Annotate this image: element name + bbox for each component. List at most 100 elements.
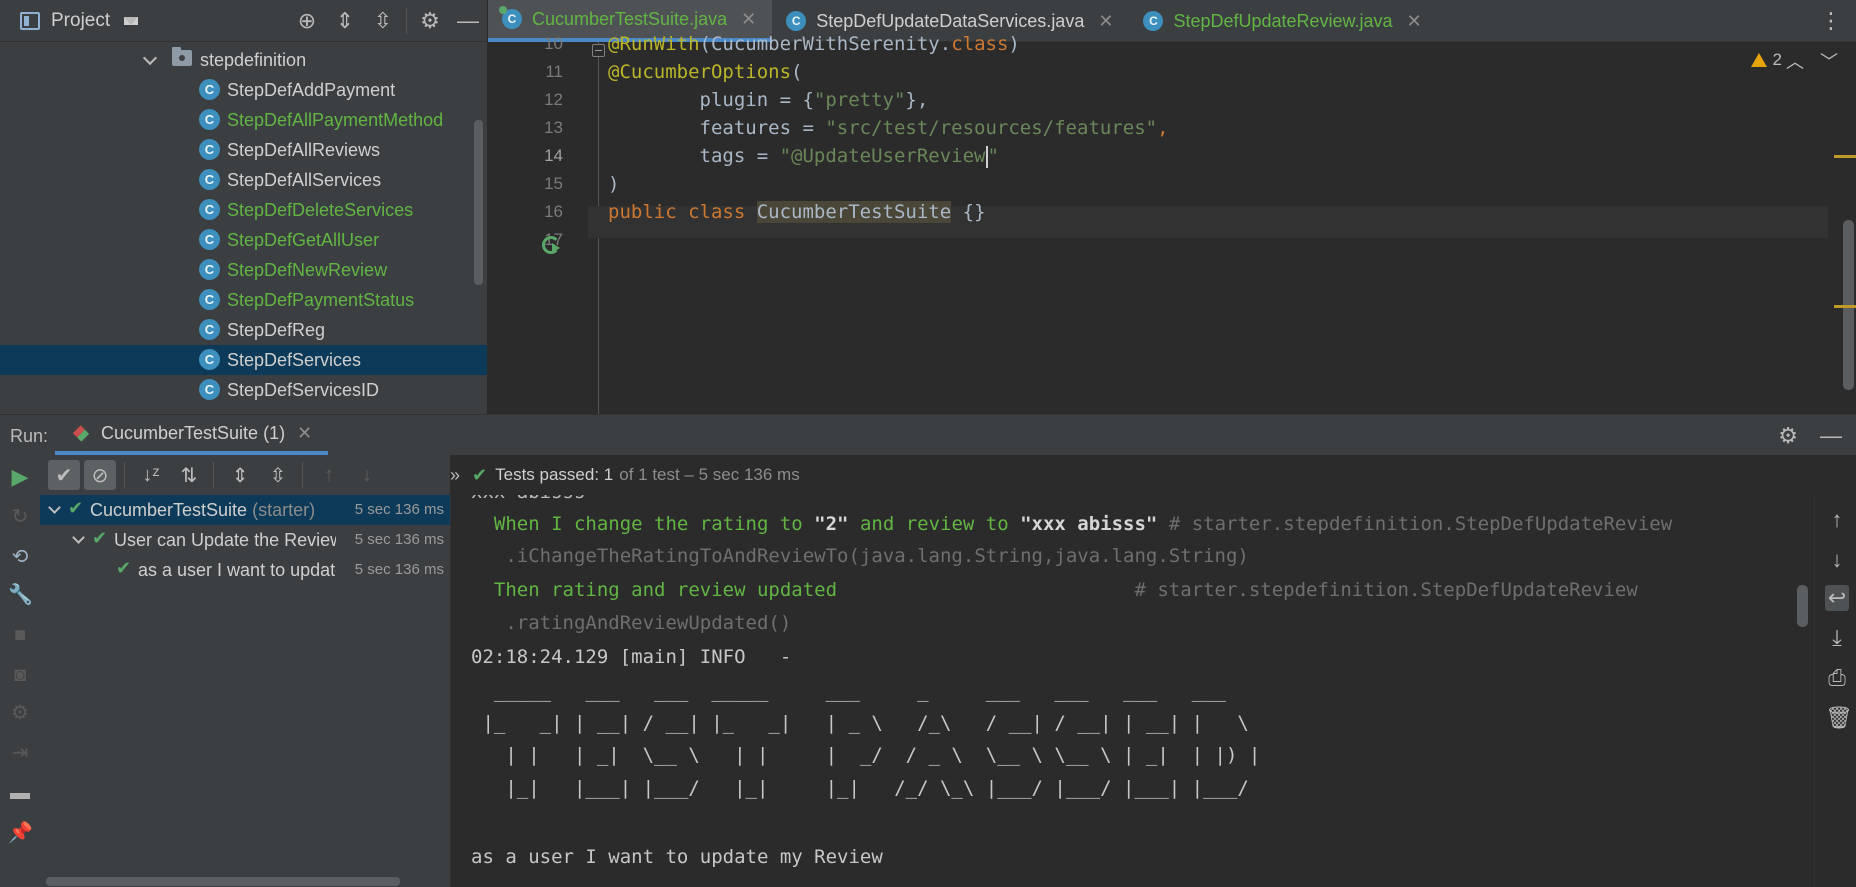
tree-item-label: StepDefNewReview	[227, 260, 388, 280]
soft-wrap-icon[interactable]: ↩	[1825, 585, 1849, 611]
run-side-toolbar: ▶ ↻ ⟲ 🔧 ■ ◙ ⚙ ⇥ ▬ 📌	[0, 455, 40, 887]
scroll-to-end-icon[interactable]: ⤓	[1825, 625, 1849, 651]
test-duration: 5 sec 136 ms	[350, 501, 444, 518]
tree-item-class[interactable]: C StepDefAddPayment	[0, 75, 487, 105]
toggle-auto-test-icon[interactable]: ⟲	[8, 545, 32, 569]
gear-icon[interactable]: ⚙	[411, 0, 449, 42]
trash-icon[interactable]: 🗑	[1825, 705, 1853, 731]
tree-item-class[interactable]: C StepDefAllReviews	[0, 135, 487, 165]
tab-stepdef-update-review[interactable]: C StepDefUpdateReview.java ✕	[1129, 0, 1437, 42]
test-row-suite[interactable]: ✔ CucumberTestSuite (starter) 5 sec 136 …	[40, 495, 450, 525]
project-panel: Project ⊕ ⇕ ⇳ ⚙ — stepdefinition C StepDe…	[0, 0, 487, 414]
tree-item-class[interactable]: C StepDefAllPaymentMethod	[0, 105, 487, 135]
chevron-down-icon[interactable]: ﹀	[1820, 48, 1838, 74]
chevron-down-icon[interactable]	[142, 50, 158, 66]
print-icon[interactable]: ⎙	[1825, 665, 1849, 691]
test-duration: 5 sec 136 ms	[350, 561, 444, 578]
test-label: CucumberTestSuite (starter)	[90, 500, 316, 520]
test-label: as a user I want to update my Review	[138, 560, 336, 580]
next-test-icon[interactable]: ↓	[351, 460, 383, 490]
chevron-right-icon[interactable]: »	[450, 465, 460, 486]
rerun-icon[interactable]: ▶	[8, 465, 32, 489]
rerun-failed-icon[interactable]: ↻	[8, 505, 32, 529]
close-icon[interactable]: ✕	[297, 423, 312, 444]
show-ignored-icon[interactable]: ⊘	[84, 460, 116, 490]
show-passed-icon[interactable]: ✔	[48, 460, 80, 490]
tree-item-class[interactable]: C StepDefGetAllUser	[0, 225, 487, 255]
console-line-info: 02:18:24.129 [main] INFO -	[471, 646, 792, 668]
toolbar-separator	[302, 462, 303, 488]
project-tree: stepdefinition C StepDefAddPayment C StepDe…	[0, 45, 487, 405]
tree-item-class[interactable]: C StepDefServices	[0, 345, 487, 375]
login-icon[interactable]: ⇥	[8, 741, 32, 765]
project-view-dropdown-icon[interactable]	[124, 16, 139, 25]
close-icon[interactable]: ✕	[1098, 11, 1113, 32]
close-icon[interactable]: ✕	[741, 9, 756, 30]
expand-all-icon[interactable]: ⇕	[224, 460, 256, 490]
more-tabs-icon[interactable]: ⋮	[1820, 8, 1842, 34]
run-tab-cucumber-test-suite[interactable]: CucumberTestSuite (1) ✕	[55, 415, 329, 455]
tree-item-label: StepDefServices	[227, 350, 362, 370]
console-banner-line: | | | _| \__ \ | | | _/ / _ \ \__ \ \__ …	[471, 744, 1261, 766]
check-icon: ✔	[68, 498, 84, 518]
tree-item-class[interactable]: C StepDefAllServices	[0, 165, 487, 195]
arrow-up-icon[interactable]: ↑	[1825, 507, 1849, 533]
tree-item-label: StepDefPaymentStatus	[227, 290, 415, 310]
test-row-feature[interactable]: ✔ User can Update the Review 5 sec 136 m…	[40, 525, 450, 555]
stop-icon[interactable]: ■	[8, 623, 32, 647]
tree-item-class[interactable]: C StepDefReg	[0, 315, 487, 345]
run-tab-label: CucumberTestSuite (1)	[101, 422, 286, 443]
hide-panel-icon[interactable]: —	[1820, 423, 1842, 449]
expand-all-icon[interactable]: ⇕	[326, 0, 364, 42]
tab-label: StepDefUpdateReview.java	[1173, 10, 1393, 31]
tree-folder-stepdefinition[interactable]: stepdefinition	[0, 45, 487, 75]
collapse-all-icon[interactable]: ⇳	[262, 460, 294, 490]
close-icon[interactable]: ✕	[1407, 11, 1422, 32]
cucumber-config-icon	[72, 424, 90, 442]
inspection-warnings[interactable]: 2	[1750, 50, 1782, 70]
camera-icon[interactable]: ◙	[8, 663, 32, 687]
console-line-when: When I change the rating to "2" and revi…	[471, 513, 1673, 535]
hide-panel-icon[interactable]: —	[449, 0, 487, 42]
warning-stripe[interactable]	[1834, 305, 1856, 308]
sort-by-duration-icon[interactable]: ⇅	[173, 460, 205, 490]
console-output[interactable]: xxx abisss When I change the rating to "…	[450, 495, 1814, 887]
select-opened-file-icon[interactable]: ⊕	[288, 0, 326, 42]
tree-item-class[interactable]: C StepDefPaymentStatus	[0, 285, 487, 315]
java-class-icon: C	[199, 229, 220, 250]
java-class-icon: C	[199, 169, 220, 190]
chevron-down-icon[interactable]	[72, 531, 85, 544]
java-class-icon: C	[199, 259, 220, 280]
run-panel: Run: CucumberTestSuite (1) ✕ ⚙ — ▶ ↻ ⟲ 🔧…	[0, 414, 1856, 887]
layout-icon[interactable]: ▬	[8, 781, 32, 805]
project-title[interactable]: Project	[51, 10, 110, 32]
code-area[interactable]: @RunWith(CucumberWithSerenity.class) @Cu…	[488, 33, 1856, 414]
console-toolbar: ↑ ↓ ↩ ⤓ ⎙ 🗑	[1814, 495, 1856, 887]
toolbar-separator	[124, 462, 125, 488]
wrench-icon[interactable]: 🔧	[8, 583, 33, 607]
collapse-all-icon[interactable]: ⇳	[364, 0, 402, 42]
console-banner-line: _____ ___ ___ _____ ___ _ ___ ___ ___ __…	[471, 680, 1226, 702]
settings-disabled-icon[interactable]: ⚙	[8, 701, 32, 725]
sort-alphabetically-icon[interactable]: ↓ᶻ	[135, 460, 167, 490]
warning-stripe[interactable]	[1834, 155, 1856, 158]
project-scrollbar[interactable]	[474, 120, 483, 285]
arrow-down-icon[interactable]: ↓	[1825, 547, 1849, 573]
tree-item-class[interactable]: C StepDefDeleteServices	[0, 195, 487, 225]
gear-icon[interactable]: ⚙	[1778, 423, 1798, 449]
tree-item-label: StepDefDeleteServices	[227, 200, 414, 220]
previous-test-icon[interactable]: ↑	[313, 460, 345, 490]
tree-item-class[interactable]: C StepDefNewReview	[0, 255, 487, 285]
tab-label: CucumberTestSuite.java	[532, 8, 728, 29]
tree-item-label: StepDefGetAllUser	[227, 230, 380, 250]
tree-item-label: StepDefAllReviews	[227, 140, 381, 160]
check-icon: ✔	[472, 464, 488, 485]
test-tree-scrollbar[interactable]	[46, 877, 400, 886]
tree-item-class[interactable]: C StepDefServicesID	[0, 375, 487, 405]
chevron-down-icon[interactable]	[48, 501, 61, 514]
console-scrollbar[interactable]	[1797, 585, 1808, 627]
project-window-icon	[20, 11, 40, 30]
chevron-up-icon[interactable]: ︿	[1786, 48, 1804, 74]
test-row-scenario[interactable]: ✔ as a user I want to update my Review 5…	[40, 555, 450, 585]
pin-icon[interactable]: 📌	[8, 821, 33, 845]
